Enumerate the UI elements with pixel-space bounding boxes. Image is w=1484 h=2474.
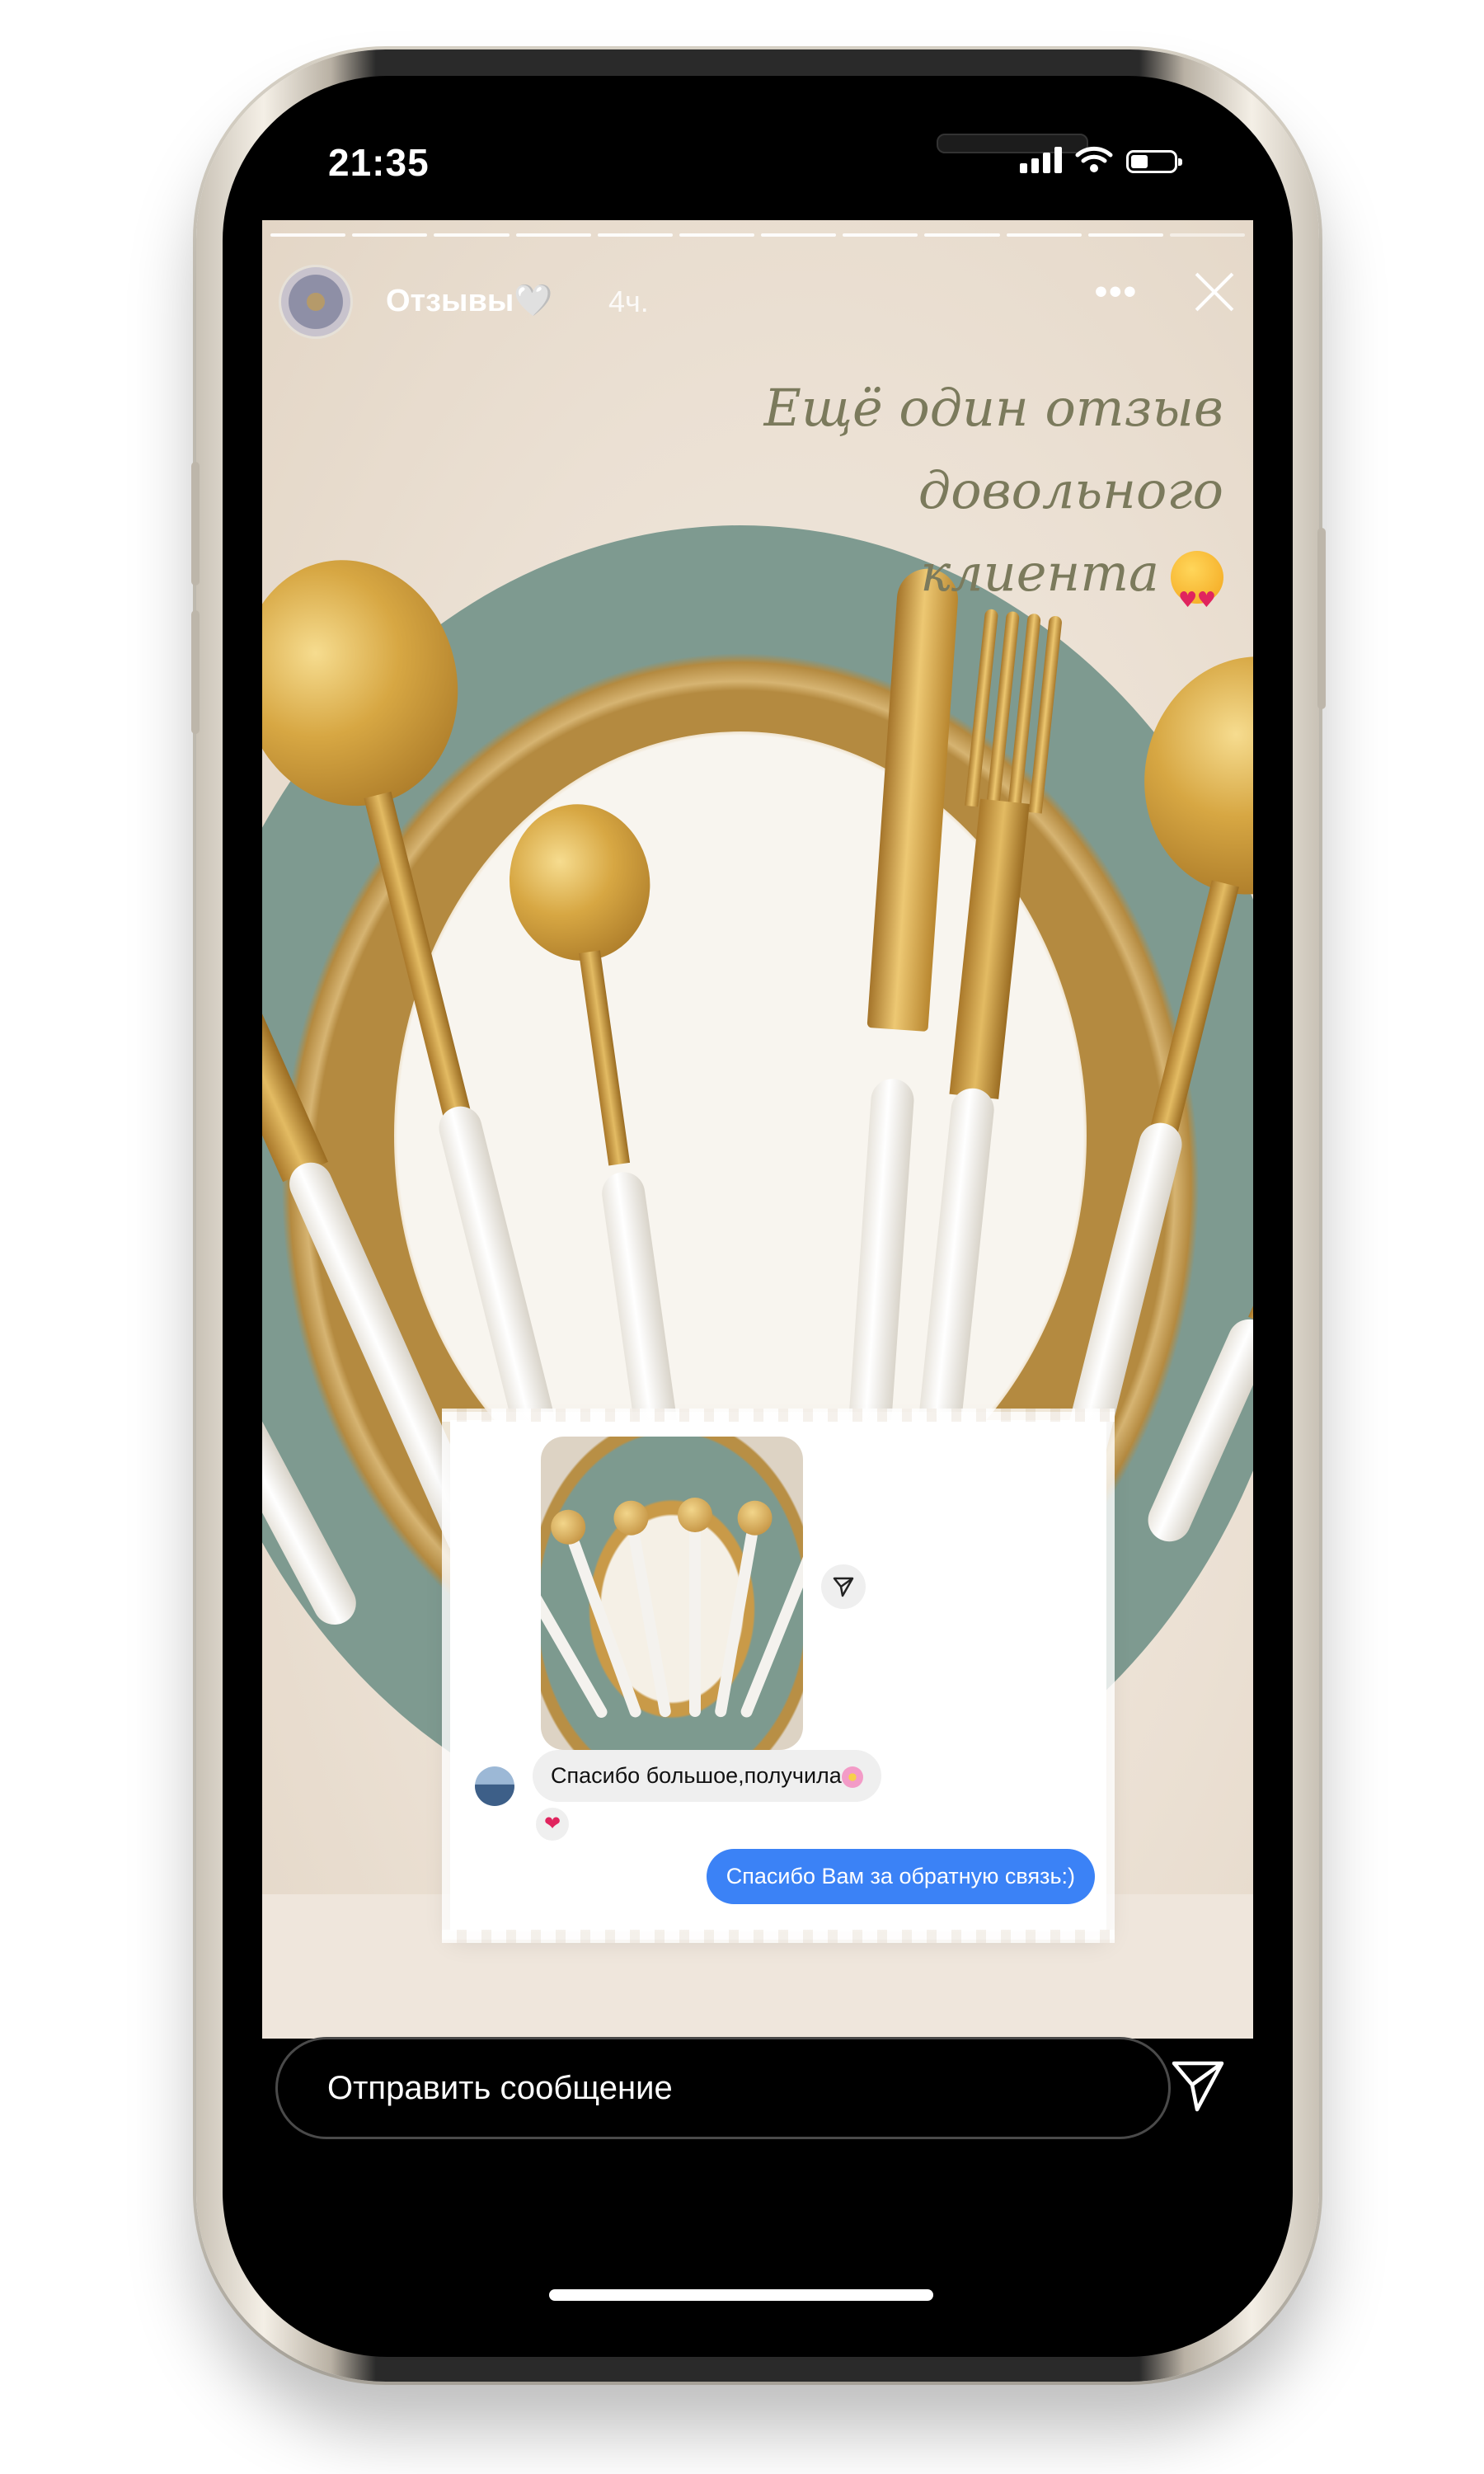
progress-segment [761, 233, 837, 237]
incoming-message-text: Спасибо большое,получила [551, 1763, 842, 1788]
chat-screenshot: Спасибо большое,получила ❤ Спасибо Вам з… [442, 1409, 1115, 1943]
status-time: 21:35 [328, 141, 430, 184]
progress-segment [1006, 233, 1082, 237]
caption-line-1: Ещё один отзыв довольного [763, 378, 1223, 520]
sender-avatar [475, 1766, 514, 1806]
volume-down-button [191, 610, 200, 734]
wifi-icon [1075, 146, 1113, 172]
home-indicator[interactable] [549, 2289, 933, 2301]
outgoing-message: Спасибо Вам за обратную связь:) [706, 1849, 1095, 1904]
heart-reaction-icon: ❤ [536, 1808, 569, 1841]
incoming-message: Спасибо большое,получила [533, 1750, 881, 1802]
power-button [1317, 528, 1326, 709]
progress-segment [597, 233, 673, 237]
signal-icon [1020, 145, 1062, 173]
message-input-placeholder: Отправить сообщение [327, 2069, 673, 2106]
story-progress-bar [270, 233, 1246, 237]
progress-segment [270, 233, 346, 237]
battery-icon [1126, 150, 1182, 173]
notch [475, 76, 1088, 200]
story-caption: Ещё один отзыв довольного клиента [481, 367, 1223, 642]
story-header: Отзывы🤍 4ч. ••• [279, 265, 1237, 347]
caption-line-2: клиента [920, 543, 1159, 603]
progress-segment [352, 233, 428, 237]
progress-segment [1087, 233, 1163, 237]
progress-segment [1169, 233, 1246, 237]
progress-segment [924, 233, 1000, 237]
share-icon [821, 1564, 866, 1609]
chat-photo-thumbnail [541, 1437, 803, 1750]
more-options-button[interactable]: ••• [1095, 271, 1138, 313]
torn-edge-top [442, 1409, 1115, 1422]
phone-screen: 21:35 Отзывы🤍 4ч. ••• Ещё один отзыв дов… [223, 76, 1293, 2357]
story-time: 4ч. [608, 285, 649, 318]
heart-eyes-emoji-icon [1171, 550, 1223, 642]
torn-edge-bottom [442, 1930, 1115, 1943]
progress-segment [679, 233, 755, 237]
progress-segment [515, 233, 591, 237]
progress-segment [843, 233, 918, 237]
account-avatar[interactable] [279, 265, 353, 339]
close-icon[interactable] [1192, 270, 1237, 314]
volume-up-button [191, 462, 200, 586]
send-icon[interactable] [1169, 2057, 1227, 2114]
story-view[interactable]: Отзывы🤍 4ч. ••• Ещё один отзыв довольног… [262, 220, 1253, 2039]
flower-emoji-icon [841, 1766, 863, 1788]
message-input[interactable]: Отправить сообщение [275, 2037, 1171, 2139]
progress-segment [434, 233, 510, 237]
account-name[interactable]: Отзывы🤍 [386, 283, 553, 319]
status-icons [1020, 145, 1182, 173]
